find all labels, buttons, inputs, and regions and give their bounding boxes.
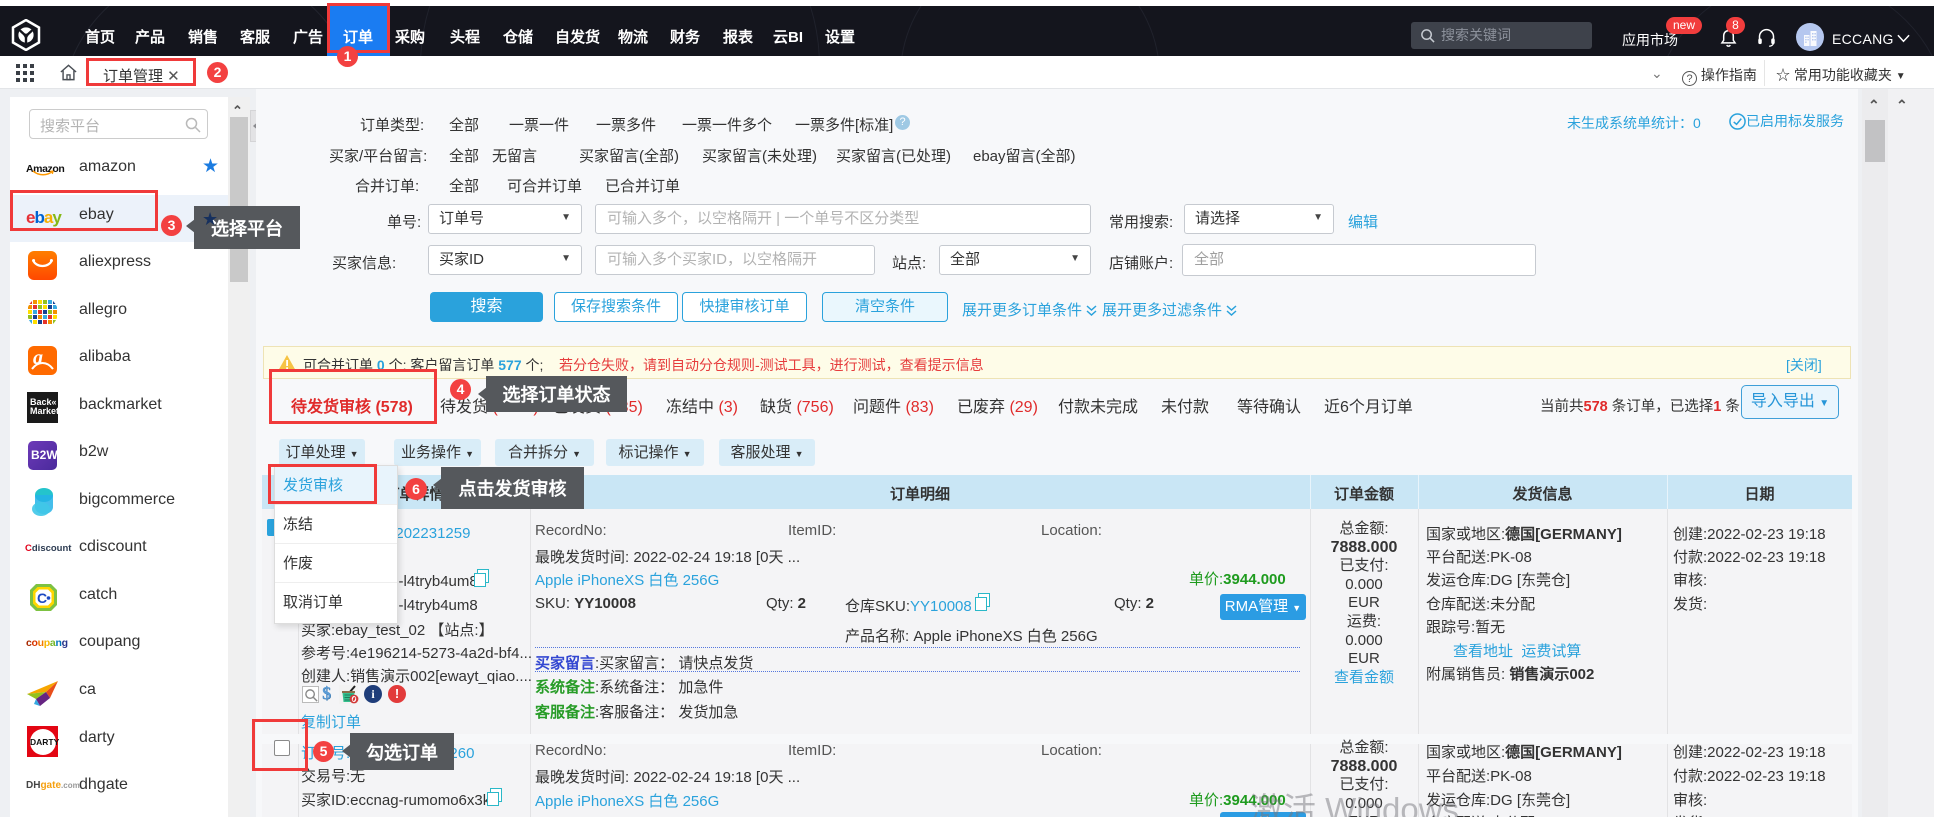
svg-text:C: C (37, 590, 47, 606)
